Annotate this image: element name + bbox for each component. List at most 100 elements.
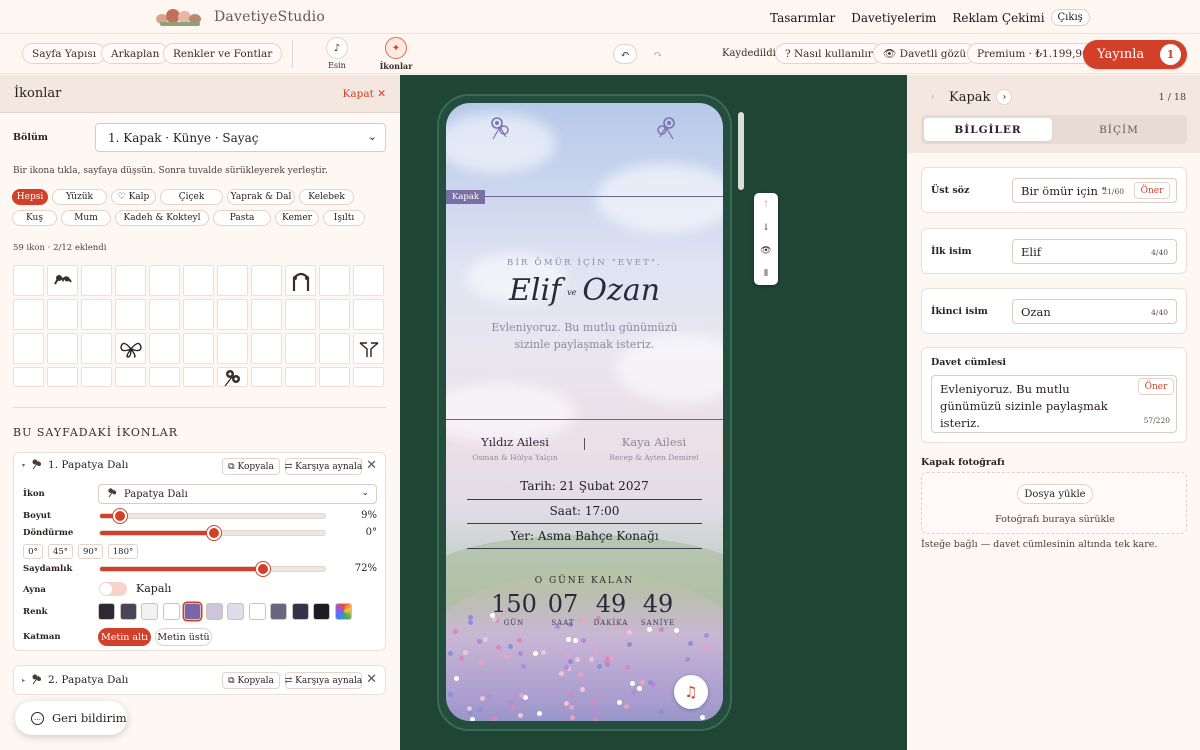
couple-names[interactable]: Elif ve Ozan bbox=[446, 273, 723, 308]
event-time[interactable]: Saat: 17:00 bbox=[467, 504, 702, 518]
publish-button[interactable]: Yayınla 1 bbox=[1083, 40, 1187, 69]
chip-heart[interactable]: ♡ Kalp bbox=[111, 189, 156, 205]
music-note-icon[interactable]: ♫ bbox=[674, 675, 708, 709]
how-to-use-button[interactable]: ? Nasıl kullanılır bbox=[775, 43, 883, 64]
suggest-button[interactable]: Öner bbox=[1138, 378, 1174, 395]
icon-grid-cell[interactable] bbox=[353, 299, 384, 330]
chevron-down-icon[interactable]: ▾ bbox=[22, 462, 25, 469]
panel-close-button[interactable]: Kapat ✕ bbox=[343, 88, 386, 100]
upload-file-button[interactable]: Dosya yükle bbox=[1017, 484, 1093, 504]
event-place[interactable]: Yer: Asma Bahçe Konağı bbox=[467, 529, 702, 543]
chevron-left-icon[interactable]: ‹ bbox=[925, 89, 941, 105]
icon-grid-cell[interactable] bbox=[149, 265, 180, 296]
color-swatch[interactable] bbox=[313, 603, 330, 620]
color-swatch[interactable] bbox=[184, 603, 201, 620]
icon-grid-cell[interactable] bbox=[217, 265, 248, 296]
mirror-button[interactable]: ⇄ Karşıya aynala bbox=[285, 672, 362, 689]
photo-dropzone[interactable]: Dosya yükle Fotoğrafı buraya sürükle bbox=[921, 472, 1187, 534]
tab-colors-fonts[interactable]: Renkler ve Fontlar bbox=[163, 43, 283, 64]
eye-icon[interactable]: 👁 bbox=[754, 239, 778, 262]
icon-grid-cell[interactable] bbox=[47, 333, 78, 364]
icon-grid-cell[interactable] bbox=[47, 299, 78, 330]
color-swatch[interactable] bbox=[270, 603, 287, 620]
icon-grid-cell[interactable] bbox=[217, 367, 248, 387]
color-swatch[interactable] bbox=[291, 603, 309, 620]
mode-icons[interactable]: ✦ İkonlar bbox=[376, 37, 416, 71]
chevron-right-icon[interactable]: › bbox=[996, 89, 1013, 105]
icon-grid-cell[interactable] bbox=[13, 367, 44, 387]
tab-info[interactable]: BİLGİLER bbox=[924, 118, 1052, 141]
nav-link-my-invitations[interactable]: Davetiyelerim bbox=[851, 11, 936, 25]
icon-grid-cell[interactable] bbox=[81, 265, 112, 296]
icon-grid-cell[interactable] bbox=[47, 367, 78, 387]
suggest-button[interactable]: Öner bbox=[1134, 182, 1170, 199]
rose-icon[interactable] bbox=[654, 115, 678, 145]
rotate-90-button[interactable]: 90° bbox=[78, 544, 103, 559]
icon-grid-cell[interactable] bbox=[13, 265, 44, 296]
logout-button[interactable]: Çıkış bbox=[1050, 9, 1090, 26]
tab-format[interactable]: BİÇİM bbox=[1054, 118, 1184, 141]
color-swatch[interactable] bbox=[119, 603, 137, 620]
brand[interactable]: DavetiyeStudio bbox=[156, 6, 325, 28]
opacity-slider[interactable] bbox=[99, 562, 326, 576]
tab-background[interactable]: Arkaplan bbox=[101, 43, 170, 64]
icon-grid-cell[interactable] bbox=[183, 265, 214, 296]
mirror-button[interactable]: ⇄ Karşıya aynala bbox=[285, 458, 362, 475]
color-swatch[interactable] bbox=[162, 603, 180, 620]
icon-grid-cell[interactable] bbox=[115, 265, 146, 296]
color-swatch[interactable] bbox=[334, 603, 352, 620]
icon-grid-cell[interactable] bbox=[149, 299, 180, 330]
chip-leaf-branch[interactable]: Yaprak & Dal bbox=[227, 189, 295, 205]
nav-link-designs[interactable]: Tasarımlar bbox=[770, 11, 835, 25]
chip-candle[interactable]: Mum bbox=[61, 210, 111, 226]
copy-button[interactable]: ⧉ Kopyala bbox=[222, 458, 280, 475]
icon-grid-cell[interactable] bbox=[251, 333, 282, 364]
tab-page-layout[interactable]: Sayfa Yapısı bbox=[22, 43, 107, 64]
icon-grid-cell[interactable] bbox=[47, 265, 78, 296]
color-swatch[interactable] bbox=[205, 603, 223, 620]
copy-button[interactable]: ⧉ Kopyala bbox=[222, 672, 280, 689]
icon-grid-cell[interactable] bbox=[149, 333, 180, 364]
icon-grid-cell[interactable] bbox=[319, 367, 350, 387]
color-swatch[interactable] bbox=[141, 603, 158, 620]
icon-grid-cell[interactable] bbox=[183, 299, 214, 330]
chip-cake[interactable]: Pasta bbox=[213, 210, 271, 226]
placed-icon-card-header[interactable]: ▸ 2. Papatya Dalı ⧉ Kopyala ⇄ Karşıya ay… bbox=[14, 666, 385, 694]
icon-grid-cell[interactable] bbox=[251, 299, 282, 330]
layer-below-text-button[interactable]: Metin altı bbox=[98, 628, 151, 646]
redo-button[interactable]: ↷ bbox=[646, 44, 670, 64]
chip-flower[interactable]: Çiçek bbox=[160, 189, 223, 205]
chip-sparkle[interactable]: Işıltı bbox=[323, 210, 365, 226]
drag-handle-icon[interactable]: ⦀ bbox=[754, 262, 778, 285]
close-icon[interactable]: ✕ bbox=[366, 458, 377, 473]
nav-link-ad-shoot[interactable]: Reklam Çekimi bbox=[952, 11, 1044, 25]
chip-butterfly[interactable]: Kelebek bbox=[299, 189, 354, 205]
undo-button[interactable]: ↶ bbox=[613, 44, 637, 64]
chevron-right-icon[interactable]: ▸ bbox=[22, 677, 25, 684]
chip-arch[interactable]: Kemer bbox=[275, 210, 319, 226]
move-down-icon[interactable]: ↓ bbox=[754, 216, 778, 239]
close-icon[interactable]: ✕ bbox=[366, 672, 377, 687]
color-swatch[interactable] bbox=[227, 603, 244, 620]
opacity-slider-handle[interactable] bbox=[256, 562, 270, 576]
icon-grid-cell[interactable] bbox=[285, 265, 316, 296]
size-slider[interactable] bbox=[99, 509, 326, 523]
preview-scrollbar[interactable] bbox=[738, 112, 744, 190]
rotate-0-button[interactable]: 0° bbox=[23, 544, 43, 559]
icon-grid-cell[interactable] bbox=[319, 333, 350, 364]
section-select[interactable]: 1. Kapak · Künye · Sayaç ⌄ bbox=[95, 123, 386, 152]
icon-grid-cell[interactable] bbox=[251, 367, 282, 387]
chip-glass-cocktail[interactable]: Kadeh & Kokteyl bbox=[115, 210, 209, 226]
chip-bird[interactable]: Kuş bbox=[12, 210, 57, 226]
placed-icon-card-header[interactable]: ▾ 1. Papatya Dalı ⧉ Kopyala ⇄ Karşıya ay… bbox=[14, 453, 385, 477]
icon-grid-cell[interactable] bbox=[81, 367, 112, 387]
color-swatch[interactable] bbox=[248, 603, 266, 620]
size-slider-handle[interactable] bbox=[113, 509, 127, 523]
icon-grid-cell[interactable] bbox=[115, 367, 146, 387]
icon-grid-cell[interactable] bbox=[285, 299, 316, 330]
layer-above-text-button[interactable]: Metin üstü bbox=[155, 628, 212, 646]
move-up-icon[interactable]: ↑ bbox=[754, 193, 778, 216]
icon-grid-cell[interactable] bbox=[285, 367, 316, 387]
invite-top-text[interactable]: BİR ÖMÜR İÇİN "EVET". bbox=[446, 258, 723, 268]
feedback-button[interactable]: … Geri bildirim bbox=[15, 701, 127, 735]
